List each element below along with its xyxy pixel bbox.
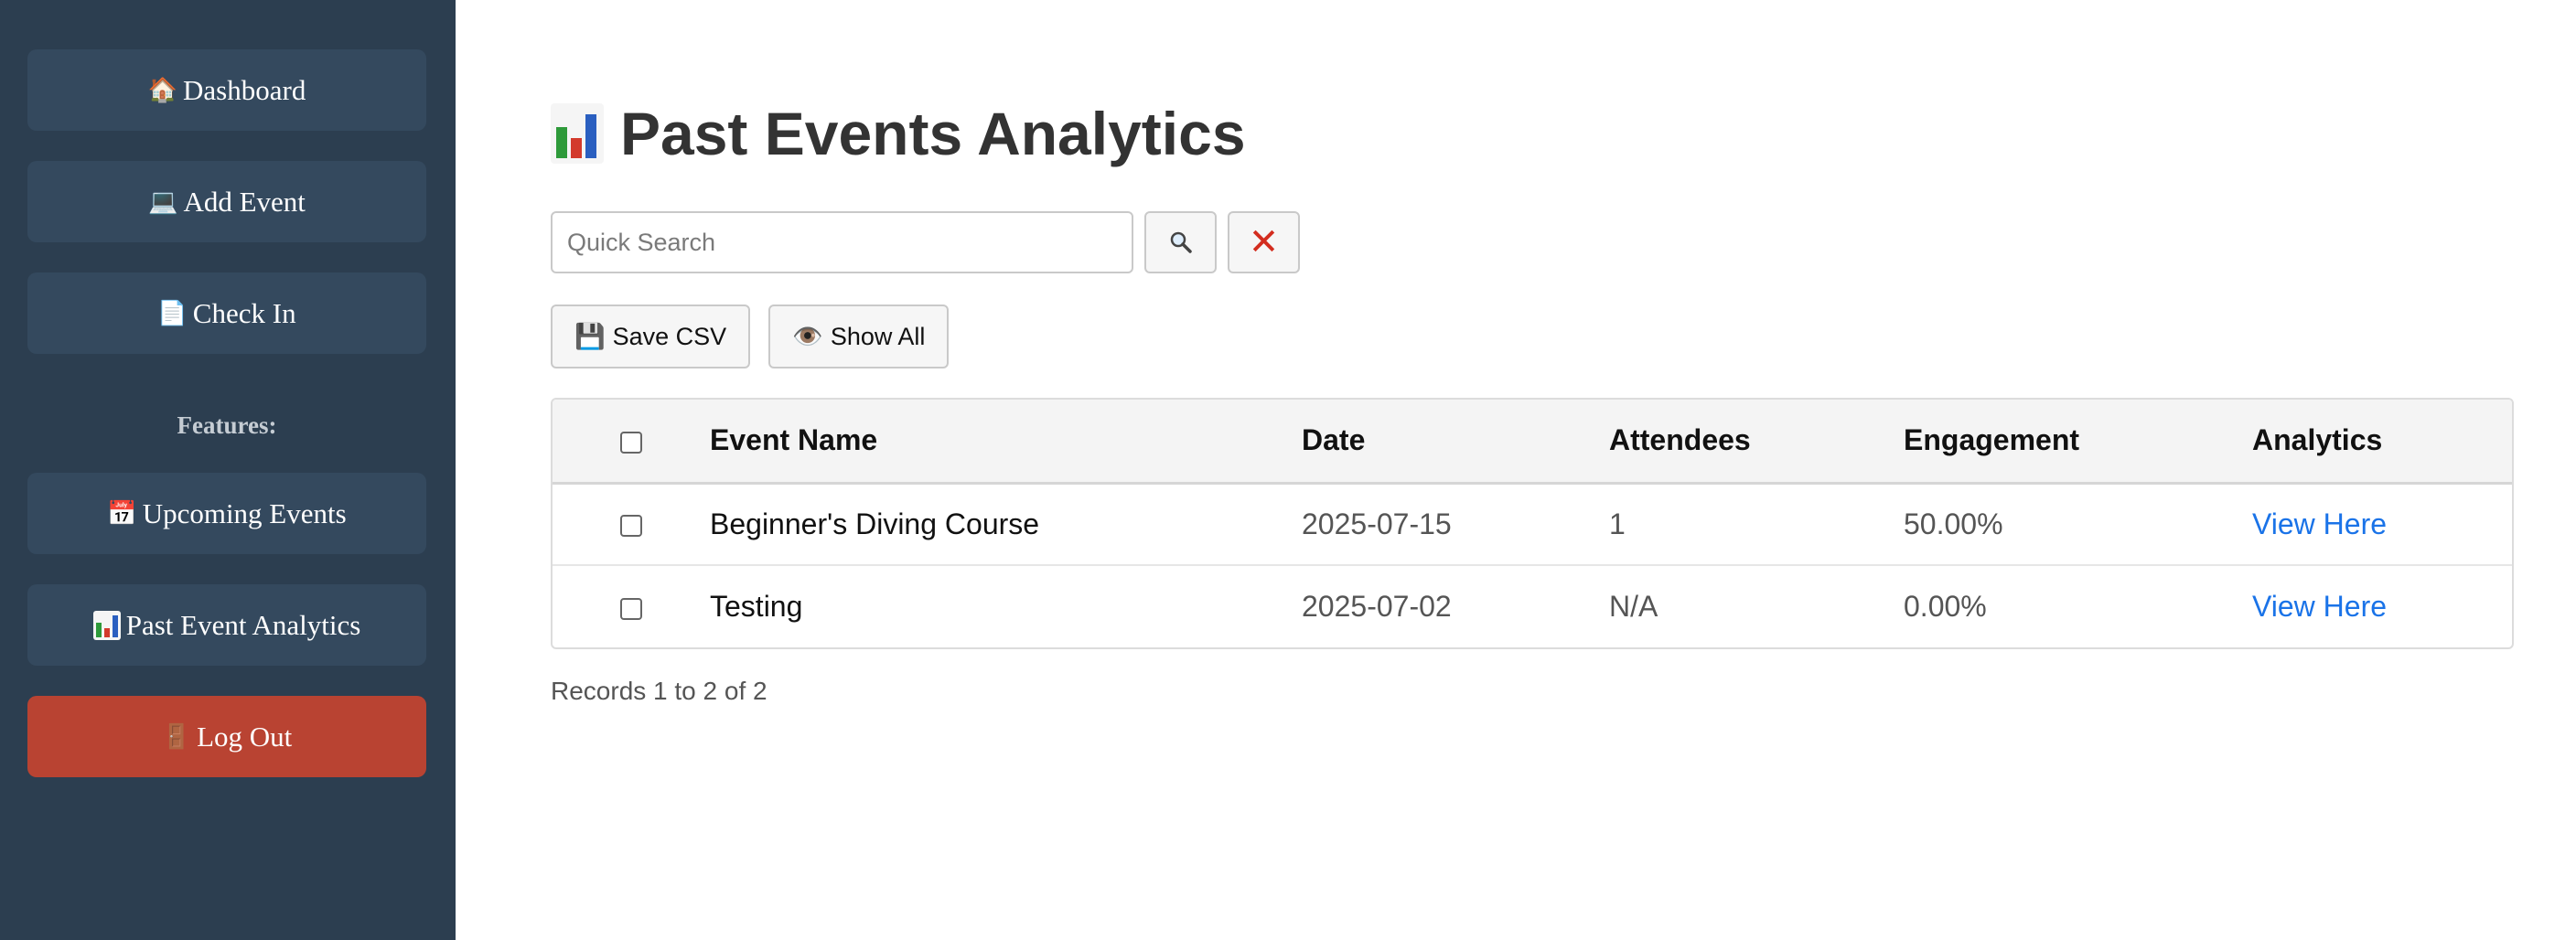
features-heading: Features: [177,411,277,439]
floppy-disk-icon: 💾 [574,323,606,350]
column-header-event-name[interactable]: Event Name [710,400,1302,483]
column-header-analytics[interactable]: Analytics [2252,400,2512,483]
document-icon: 📄 [157,299,188,327]
table-row: Beginner's Diving Course 2025-07-15 1 50… [553,483,2512,565]
select-all-checkbox[interactable] [620,431,642,454]
page-title-text: Past Events Analytics [620,100,1246,167]
door-icon: 🚪 [161,722,192,751]
search-input[interactable] [551,211,1133,273]
nav-check-in-button[interactable]: 📄 Check In [27,272,426,354]
nav-dashboard-button[interactable]: 🏠 Dashboard [27,49,426,131]
save-csv-button[interactable]: 💾 Save CSV [551,304,751,369]
engagement-cell: 0.00% [1904,590,1987,623]
nav-dashboard-label: Dashboard [183,73,306,106]
laptop-icon: 💻 [148,187,178,216]
main-content: Past Events Analytics ✕ 💾 Save CSV 👁️ Sh… [551,0,2576,940]
eye-icon: 👁️ [792,323,823,350]
nav-upcoming-events-button[interactable]: 📅 Upcoming Events [27,473,426,554]
date-cell: 2025-07-15 [1302,507,1452,540]
close-icon: ✕ [1248,221,1280,263]
nav-add-event-button[interactable]: 💻 Add Event [27,161,426,242]
page-title: Past Events Analytics [551,97,1246,170]
view-analytics-link[interactable]: View Here [2252,507,2387,540]
nav-check-in-label: Check In [192,296,296,329]
column-header-engagement[interactable]: Engagement [1904,400,2252,483]
attendees-cell: N/A [1609,590,1658,623]
nav-past-event-analytics-button[interactable]: Past Event Analytics [27,584,426,666]
table-row: Testing 2025-07-02 N/A 0.00% View Here [553,565,2512,647]
column-header-date[interactable]: Date [1302,400,1609,483]
event-name-cell: Beginner's Diving Course [710,507,1040,540]
show-all-label: Show All [830,322,926,350]
sidebar: 🏠 Dashboard 💻 Add Event 📄 Check In Featu… [0,0,456,940]
calendar-icon: 📅 [107,499,137,528]
logout-label: Log Out [197,720,293,753]
nav-upcoming-events-label: Upcoming Events [142,497,347,529]
search-bar: ✕ [551,211,1300,273]
row-checkbox[interactable] [620,597,642,620]
nav-past-event-analytics-label: Past Event Analytics [125,608,361,641]
bar-chart-icon [92,610,121,640]
save-csv-label: Save CSV [612,322,727,350]
row-checkbox[interactable] [620,515,642,538]
table-header-row: Event Name Date Attendees Engagement Ana… [553,400,2512,483]
clear-search-button[interactable]: ✕ [1228,211,1300,273]
date-cell: 2025-07-02 [1302,590,1452,623]
nav-add-event-label: Add Event [183,185,306,218]
attendees-cell: 1 [1609,507,1626,540]
records-count: Records 1 to 2 of 2 [551,677,767,705]
column-header-attendees[interactable]: Attendees [1609,400,1904,483]
house-icon: 🏠 [147,76,178,104]
bar-chart-icon [551,103,604,164]
view-analytics-link[interactable]: View Here [2252,590,2387,623]
magnifier-icon [1170,231,1192,253]
engagement-cell: 50.00% [1904,507,2003,540]
logout-button[interactable]: 🚪 Log Out [27,696,426,777]
events-table: Event Name Date Attendees Engagement Ana… [551,398,2514,649]
show-all-button[interactable]: 👁️ Show All [768,304,950,369]
action-toolbar: 💾 Save CSV 👁️ Show All [551,304,950,369]
search-button[interactable] [1144,211,1217,273]
event-name-cell: Testing [710,590,803,623]
